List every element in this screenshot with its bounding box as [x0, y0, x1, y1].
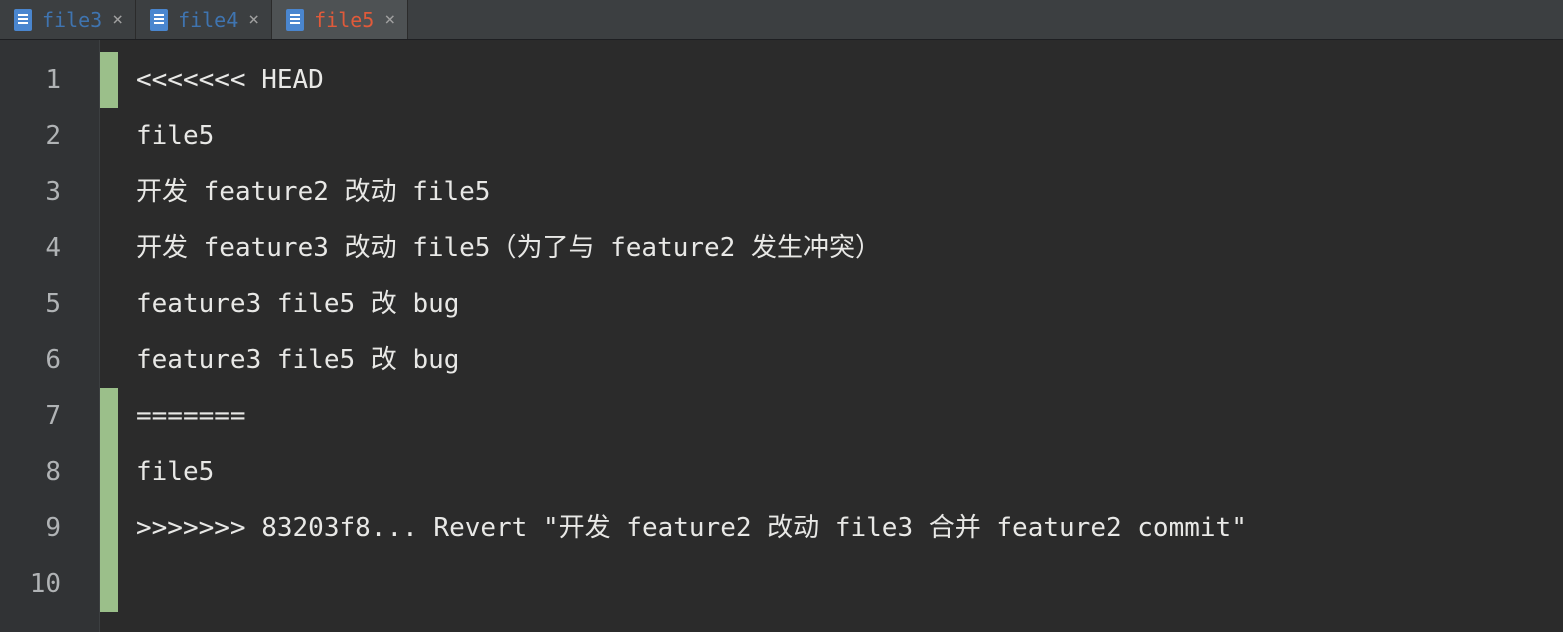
change-marker — [100, 164, 118, 220]
line-number: 2 — [0, 108, 99, 164]
code-line[interactable]: >>>>>>> 83203f8... Revert "开发 feature2 改… — [136, 500, 1563, 556]
close-icon[interactable]: × — [112, 11, 123, 29]
close-icon[interactable]: × — [384, 11, 395, 29]
file-icon — [14, 9, 32, 31]
change-marker — [100, 444, 118, 500]
tab-file5[interactable]: file5 × — [272, 0, 408, 39]
line-number: 8 — [0, 444, 99, 500]
tab-label: file5 — [314, 8, 374, 32]
tab-label: file3 — [42, 8, 102, 32]
code-line[interactable]: 开发 feature2 改动 file5 — [136, 164, 1563, 220]
line-number: 6 — [0, 332, 99, 388]
code-area[interactable]: <<<<<<< HEAD file5 开发 feature2 改动 file5 … — [118, 40, 1563, 632]
change-marker — [100, 556, 118, 612]
code-line[interactable]: file5 — [136, 108, 1563, 164]
line-number: 3 — [0, 164, 99, 220]
code-line[interactable]: feature3 file5 改 bug — [136, 276, 1563, 332]
change-marker — [100, 220, 118, 276]
line-number: 4 — [0, 220, 99, 276]
code-line[interactable]: ======= — [136, 388, 1563, 444]
code-line[interactable] — [136, 556, 1563, 612]
tab-file4[interactable]: file4 × — [136, 0, 272, 39]
line-number: 9 — [0, 500, 99, 556]
code-line[interactable]: 开发 feature3 改动 file5（为了与 feature2 发生冲突） — [136, 220, 1563, 276]
change-marker — [100, 500, 118, 556]
tab-file3[interactable]: file3 × — [0, 0, 136, 39]
file-icon — [286, 9, 304, 31]
change-marker — [100, 108, 118, 164]
line-number: 5 — [0, 276, 99, 332]
change-marker — [100, 276, 118, 332]
editor: 1 2 3 4 5 6 7 8 9 10 <<<<<<< HEAD file5 … — [0, 40, 1563, 632]
change-marker-strip — [100, 40, 118, 632]
line-number: 10 — [0, 556, 99, 612]
line-number: 1 — [0, 52, 99, 108]
code-line[interactable]: file5 — [136, 444, 1563, 500]
code-line[interactable]: feature3 file5 改 bug — [136, 332, 1563, 388]
change-marker — [100, 52, 118, 108]
close-icon[interactable]: × — [248, 11, 259, 29]
file-icon — [150, 9, 168, 31]
change-marker — [100, 388, 118, 444]
change-marker — [100, 332, 118, 388]
line-number: 7 — [0, 388, 99, 444]
code-line[interactable]: <<<<<<< HEAD — [136, 52, 1563, 108]
tab-label: file4 — [178, 8, 238, 32]
line-number-gutter: 1 2 3 4 5 6 7 8 9 10 — [0, 40, 100, 632]
tab-bar: file3 × file4 × file5 × — [0, 0, 1563, 40]
